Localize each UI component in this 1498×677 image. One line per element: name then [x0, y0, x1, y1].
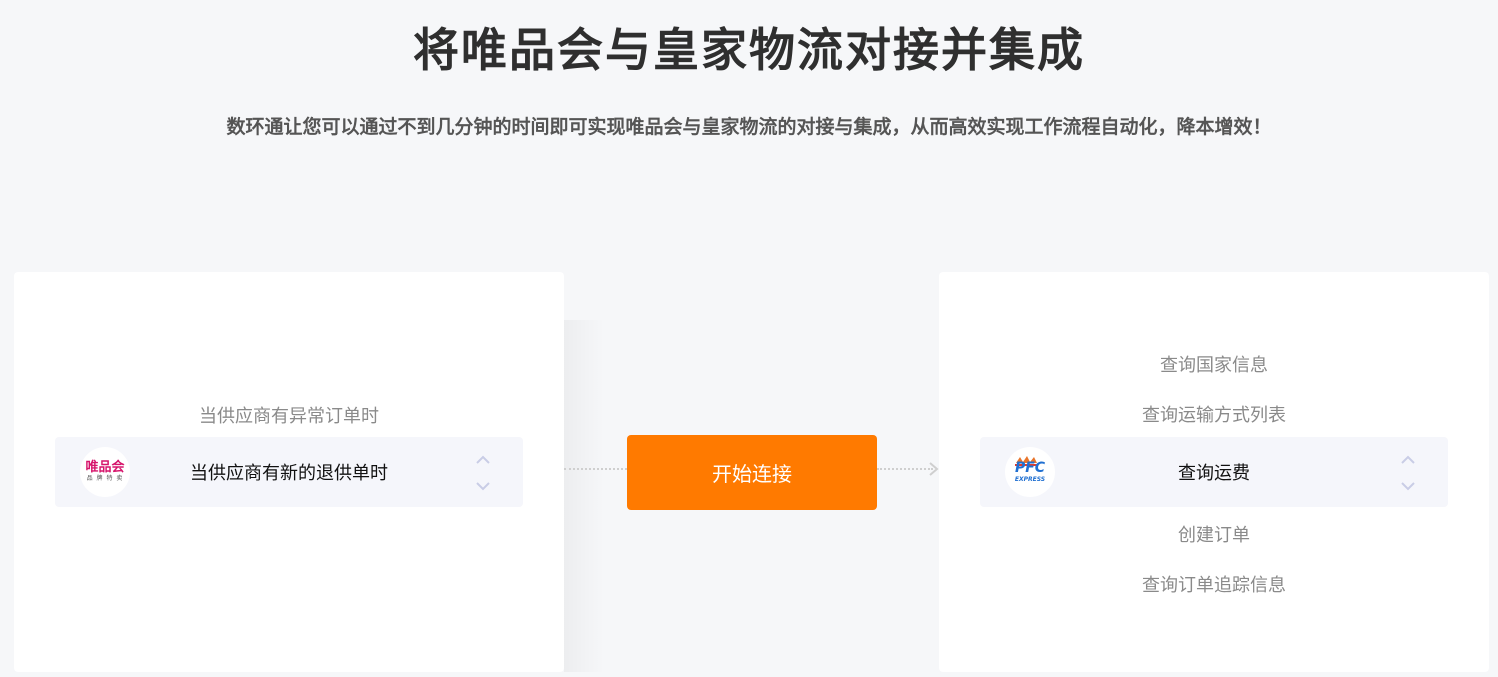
trigger-selector[interactable]: 唯品会 品 牌 特 卖 当供应商有新的退供单时 — [55, 437, 523, 507]
action-selector[interactable]: PFC EXPRESS 查询运费 — [980, 437, 1448, 507]
trigger-option[interactable]: 当供应商有异常订单时 — [14, 402, 564, 428]
chevron-up-down-icon[interactable] — [475, 453, 491, 493]
arrow-right-icon — [929, 462, 939, 476]
action-card: 查询国家信息 查询运输方式列表 PFC EXPRESS 查询运费 创建订单 查询… — [939, 272, 1489, 672]
action-option[interactable]: 查询国家信息 — [939, 351, 1489, 377]
chevron-up-down-icon[interactable] — [1400, 453, 1416, 493]
trigger-card: 当供应商有异常订单时 唯品会 品 牌 特 卖 当供应商有新的退供单时 — [14, 272, 564, 672]
connector-line-left — [564, 468, 627, 470]
action-option[interactable]: 查询运输方式列表 — [939, 401, 1489, 427]
selected-trigger-label: 当供应商有新的退供单时 — [190, 463, 388, 484]
action-option[interactable]: 查询订单追踪信息 — [939, 571, 1489, 597]
start-connect-button[interactable]: 开始连接 — [627, 435, 877, 510]
page: 将唯品会与皇家物流对接并集成 数环通让您可以通过不到几分钟的时间即可实现唯品会与… — [0, 0, 1498, 677]
selected-action-label: 查询运费 — [1178, 463, 1250, 484]
page-subtitle: 数环通让您可以通过不到几分钟的时间即可实现唯品会与皇家物流的对接与集成，从而高效… — [226, 116, 1272, 138]
connector-line-right — [877, 468, 933, 470]
page-title: 将唯品会与皇家物流对接并集成 — [413, 23, 1085, 77]
action-option[interactable]: 创建订单 — [939, 521, 1489, 547]
card-shadow — [564, 320, 604, 672]
